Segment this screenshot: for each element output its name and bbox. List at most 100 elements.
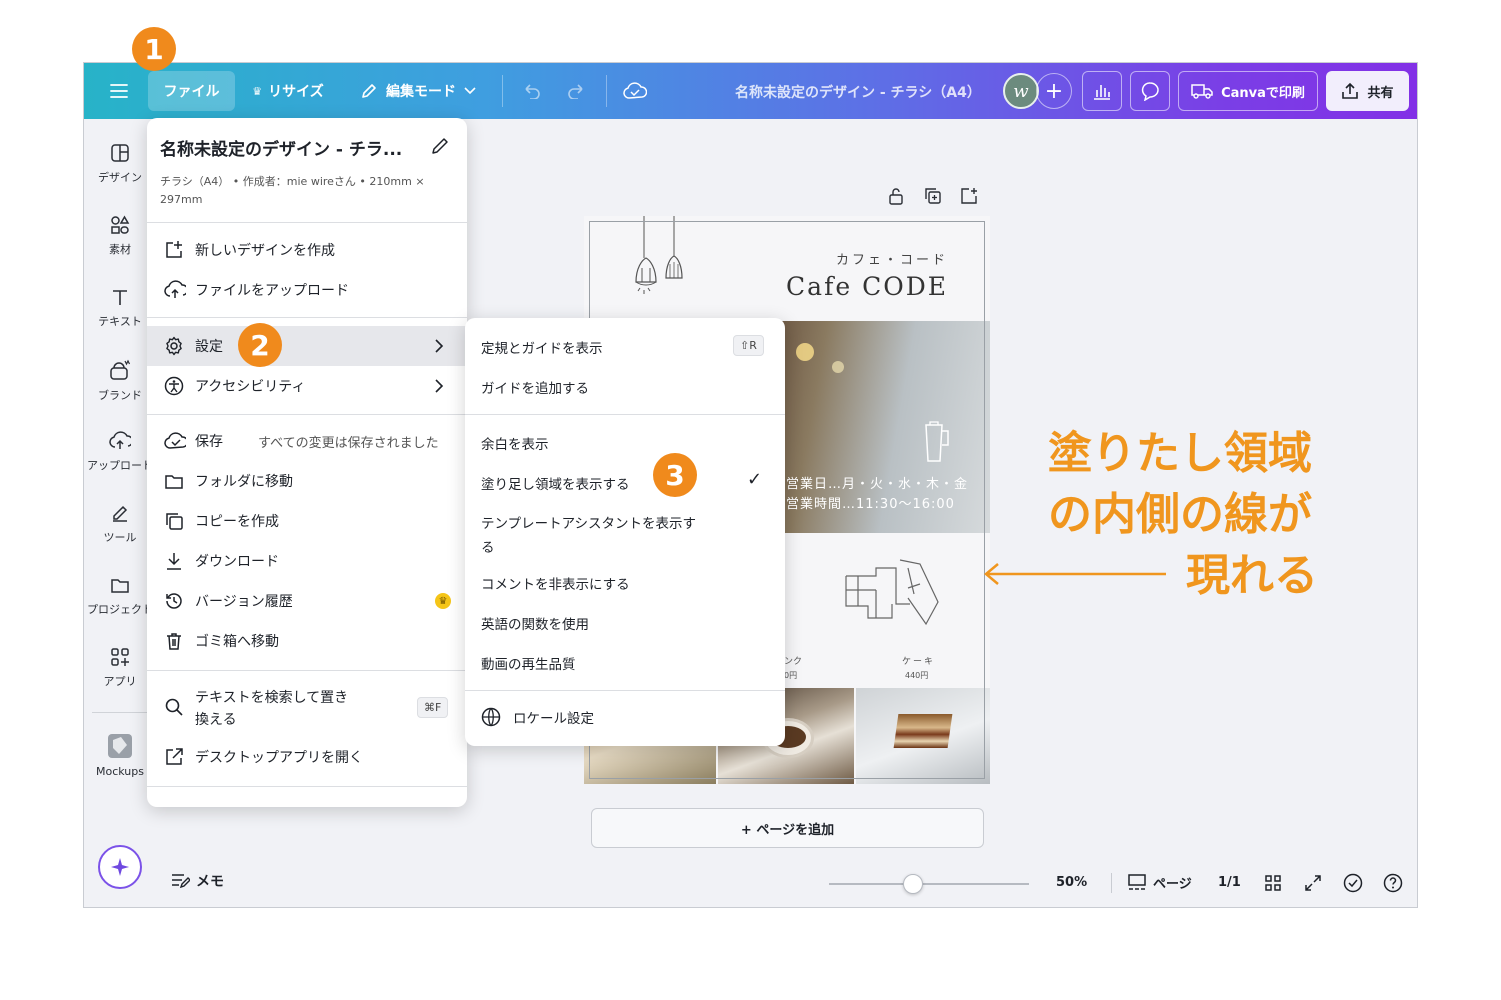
magic-assistant-button[interactable]: [98, 845, 142, 889]
menu-divider: [147, 222, 467, 223]
menu-item-save[interactable]: 保存 すべての変更は保存されました: [147, 421, 467, 461]
undo-icon: [525, 84, 540, 99]
sidebar-item-text[interactable]: テキスト: [84, 287, 156, 329]
tools-icon: [113, 505, 128, 522]
share-button[interactable]: 共有: [1326, 71, 1409, 111]
menu-item-settings[interactable]: 設定: [147, 326, 467, 366]
check-button[interactable]: [1343, 873, 1363, 897]
annotation-line2: の内側の線が: [1048, 489, 1312, 540]
edit-mode-label: 編集モード: [386, 84, 456, 100]
help-button[interactable]: [1383, 873, 1403, 897]
toolbar-divider: [502, 75, 503, 107]
submenu-item-hide-comments[interactable]: コメントを非表示にする: [481, 573, 630, 593]
add-page-icon: [961, 188, 977, 204]
sidebar-item-design[interactable]: デザイン: [84, 143, 156, 185]
layout-icon: [111, 144, 129, 162]
brand-icon: [110, 359, 131, 380]
submenu-item-show-bleed[interactable]: 塗り足し領域を表示する: [481, 473, 630, 493]
folder-icon: [111, 579, 129, 593]
submenu-item-english-functions[interactable]: 英語の関数を使用: [481, 613, 589, 633]
submenu-item-video-quality[interactable]: 動画の再生品質: [481, 653, 576, 673]
sidebar-item-label: ツール: [103, 531, 137, 544]
page-duplicate-button[interactable]: [924, 187, 942, 209]
submenu-item-rulers[interactable]: 定規とガイドを表示: [481, 337, 603, 357]
menu-item-label: 設定: [195, 339, 223, 355]
submenu-item-margins[interactable]: 余白を表示: [481, 433, 549, 453]
menu-divider: [465, 414, 785, 415]
menu-item-upload-file[interactable]: ファイルをアップロード: [147, 270, 467, 310]
menu-item-make-copy[interactable]: コピーを作成: [147, 501, 467, 541]
avatar[interactable]: w: [1003, 73, 1039, 109]
menu-item-label: テキストを検索して置き: [195, 690, 349, 706]
rename-button[interactable]: [430, 136, 450, 160]
share-icon: [1342, 82, 1359, 99]
sidebar-item-upload[interactable]: アップロード: [84, 431, 156, 473]
document-title[interactable]: 名称未設定のデザイン - チラシ（A4）: [735, 82, 981, 102]
grid-view-button[interactable]: [1264, 874, 1282, 896]
menu-item-label: コピーを作成: [195, 514, 279, 530]
cloud-check-icon: [164, 432, 186, 449]
trash-icon: [167, 633, 181, 650]
duplicate-icon: [925, 188, 941, 204]
print-button[interactable]: Canvaで印刷: [1178, 71, 1318, 111]
sidebar-item-projects[interactable]: プロジェクト: [84, 575, 156, 617]
pencil-icon: [362, 84, 376, 98]
page-lock-button[interactable]: [888, 187, 904, 209]
shortcut-badge: ⌘F: [417, 697, 449, 718]
sidebar-item-apps[interactable]: アプリ: [84, 647, 156, 689]
accessibility-icon: [164, 376, 184, 396]
notes-button[interactable]: メモ: [170, 871, 224, 891]
fullscreen-button[interactable]: [1304, 874, 1322, 896]
menu-hamburger-button[interactable]: [104, 77, 134, 105]
step-badge-3: 3: [653, 453, 697, 497]
menu-item-label: ファイルをアップロード: [195, 283, 349, 299]
zoom-percent[interactable]: 50%: [1056, 875, 1087, 890]
zoom-slider-thumb[interactable]: [903, 874, 923, 894]
left-sidebar: デザイン 素材 テキスト ブランド アップロード ツール プロジェクト アプリ: [84, 119, 156, 907]
menu-item-move-folder[interactable]: フォルダに移動: [147, 461, 467, 501]
edit-mode-button[interactable]: 編集モード: [352, 71, 484, 111]
resize-button[interactable]: ♛ リサイズ: [244, 71, 332, 111]
menu-item-new-design[interactable]: 新しいデザインを作成: [147, 230, 467, 270]
menu-item-find-replace[interactable]: テキストを検索して置き 換える ⌘F: [147, 681, 467, 733]
file-meta-line2: 297mm: [160, 193, 203, 206]
file-meta-line1: チラシ（A4） • 作成者：mie wireさん • 210mm ×: [160, 175, 425, 188]
comments-button[interactable]: [1130, 71, 1170, 111]
settings-submenu: 定規とガイドを表示 ⇧R ガイドを追加する 余白を表示 塗り足し領域を表示する …: [465, 318, 785, 746]
page-count: 1/1: [1218, 875, 1241, 890]
submenu-item-add-guides[interactable]: ガイドを追加する: [481, 377, 589, 397]
file-menu-title[interactable]: 名称未設定のデザイン - チラ...: [160, 135, 402, 160]
insights-button[interactable]: [1082, 71, 1122, 111]
menu-item-download[interactable]: ダウンロード: [147, 541, 467, 581]
sidebar-item-brand[interactable]: ブランド: [84, 359, 156, 403]
annotation-arrow-icon: [984, 563, 1166, 585]
grid-icon: [1265, 875, 1281, 891]
copy-icon: [166, 513, 183, 530]
sidebar-item-tools[interactable]: ツール: [84, 503, 156, 545]
redo-button[interactable]: [562, 75, 592, 107]
add-collaborator-button[interactable]: +: [1036, 73, 1072, 109]
add-page-button[interactable]: + ページを追加: [591, 808, 984, 848]
pages-icon: [1128, 873, 1146, 890]
page-add-button[interactable]: [960, 187, 978, 209]
submenu-item-template-assistant[interactable]: テンプレートアシスタントを表示す る: [481, 512, 696, 556]
help-icon: [1383, 873, 1403, 893]
menu-item-version-history[interactable]: バージョン履歴 ♛: [147, 581, 467, 621]
sidebar-item-label: ブランド: [98, 389, 142, 402]
cloud-save-status-button[interactable]: [618, 75, 652, 107]
menu-item-trash[interactable]: ゴミ箱へ移動: [147, 621, 467, 661]
submenu-item-locale[interactable]: ロケール設定: [481, 707, 594, 727]
file-menu-button[interactable]: ファイル: [148, 71, 235, 111]
crown-badge-icon: ♛: [435, 593, 451, 609]
sidebar-item-label: デザイン: [98, 171, 142, 184]
undo-button[interactable]: [516, 75, 546, 107]
sidebar-item-elements[interactable]: 素材: [84, 215, 156, 257]
menu-item-label: アクセシビリティ: [195, 379, 306, 395]
zoom-slider[interactable]: [829, 873, 1029, 895]
apps-icon: [111, 648, 129, 666]
sidebar-item-mockups[interactable]: Mockups: [84, 733, 156, 778]
sparkle-icon: [111, 858, 129, 876]
menu-item-accessibility[interactable]: アクセシビリティ: [147, 366, 467, 406]
pages-view-button[interactable]: ページ: [1127, 873, 1192, 892]
menu-item-desktop-app[interactable]: デスクトップアプリを開く: [147, 737, 467, 777]
